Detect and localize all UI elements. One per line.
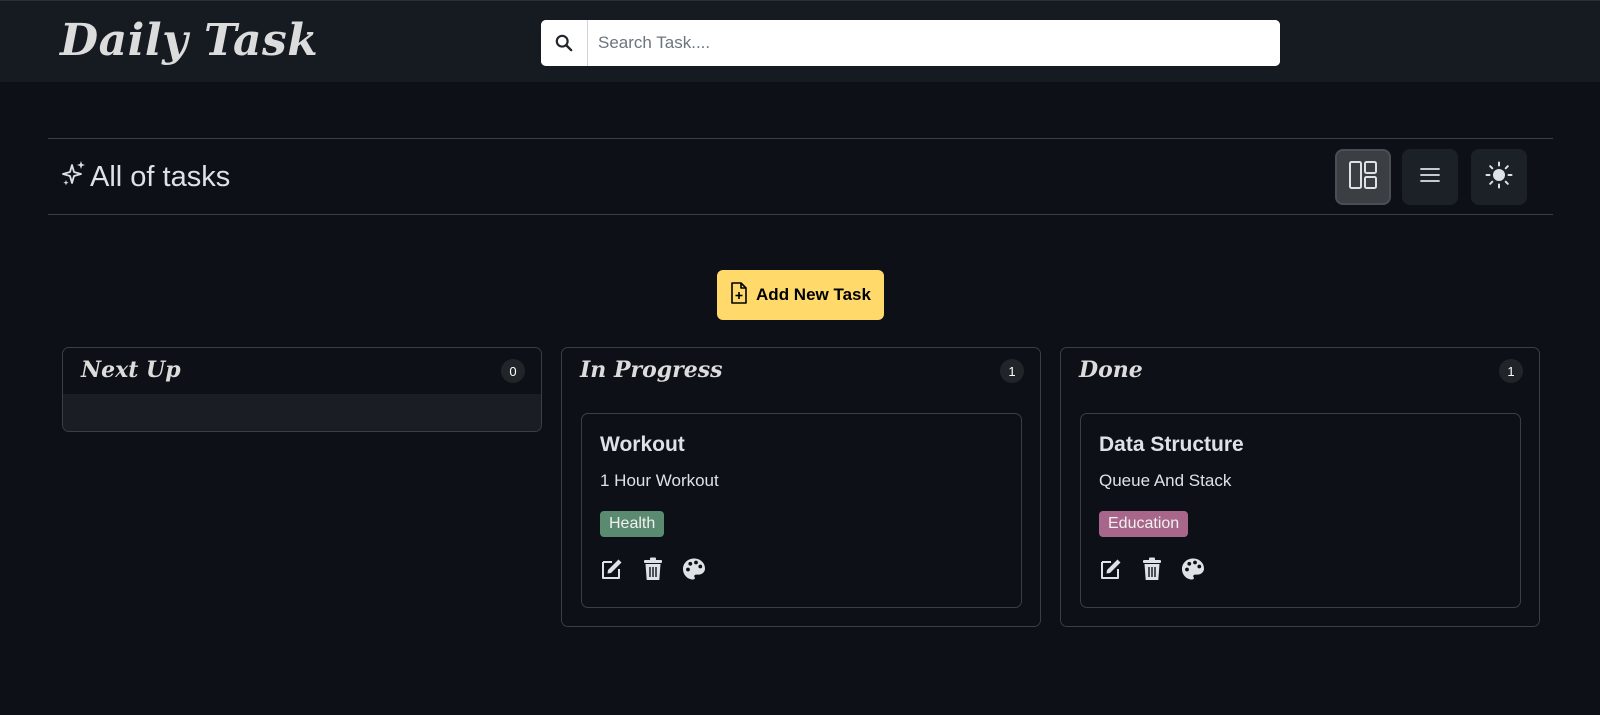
task-card[interactable]: Workout 1 Hour Workout Health: [581, 413, 1022, 608]
toolbar: All of tasks: [48, 138, 1553, 215]
column-next-up: Next Up 0: [62, 347, 542, 432]
column-header: Done 1: [1061, 348, 1539, 394]
app-brand[interactable]: Daily Task: [60, 15, 318, 66]
sparkles-icon: [62, 159, 86, 195]
task-actions: [1099, 557, 1205, 581]
task-count-badge: 1: [1000, 359, 1024, 383]
task-description: Queue And Stack: [1099, 471, 1232, 490]
task-count-badge: 0: [501, 359, 525, 383]
navbar: Daily Task: [0, 0, 1600, 82]
column-dropzone[interactable]: Data Structure Queue And Stack Education: [1061, 394, 1539, 626]
list-view-button[interactable]: [1402, 149, 1458, 205]
search-input[interactable]: [588, 20, 1280, 66]
search-group: [541, 20, 1280, 66]
task-count-badge: 1: [1499, 359, 1523, 383]
edit-icon[interactable]: [600, 557, 624, 581]
file-plus-icon: [730, 281, 748, 309]
trash-icon[interactable]: [641, 557, 665, 581]
column-done: Done 1 Data Structure Queue And Stack Ed…: [1060, 347, 1540, 627]
task-category-tag: Health: [600, 511, 665, 537]
list-icon: [1419, 166, 1441, 189]
task-actions: [600, 557, 706, 581]
search-icon[interactable]: [541, 20, 588, 66]
page-title-text: All of tasks: [90, 160, 231, 193]
board-view-button[interactable]: [1335, 149, 1391, 205]
trash-icon[interactable]: [1140, 557, 1164, 581]
edit-icon[interactable]: [1099, 557, 1123, 581]
column-header: In Progress 1: [562, 348, 1040, 394]
column-title: In Progress: [580, 357, 723, 383]
column-dropzone[interactable]: [63, 394, 541, 431]
theme-toggle-button[interactable]: [1471, 149, 1527, 205]
column-in-progress: In Progress 1 Workout 1 Hour Workout Hea…: [561, 347, 1041, 627]
column-header: Next Up 0: [63, 348, 541, 394]
task-title: Workout: [600, 433, 685, 456]
sun-icon: [1485, 161, 1513, 194]
add-new-task-label: Add New Task: [756, 285, 871, 304]
column-dropzone[interactable]: Workout 1 Hour Workout Health: [562, 394, 1040, 626]
column-title: Done: [1079, 357, 1143, 383]
task-title: Data Structure: [1099, 433, 1244, 456]
palette-icon[interactable]: [1181, 557, 1205, 581]
task-description: 1 Hour Workout: [600, 471, 719, 490]
column-title: Next Up: [81, 357, 181, 383]
palette-icon[interactable]: [682, 557, 706, 581]
task-category-tag: Education: [1099, 511, 1189, 537]
task-card[interactable]: Data Structure Queue And Stack Education: [1080, 413, 1521, 608]
page-title: All of tasks: [62, 159, 230, 195]
add-new-task-button[interactable]: Add New Task: [717, 270, 884, 320]
columns-layout-icon: [1348, 160, 1378, 195]
